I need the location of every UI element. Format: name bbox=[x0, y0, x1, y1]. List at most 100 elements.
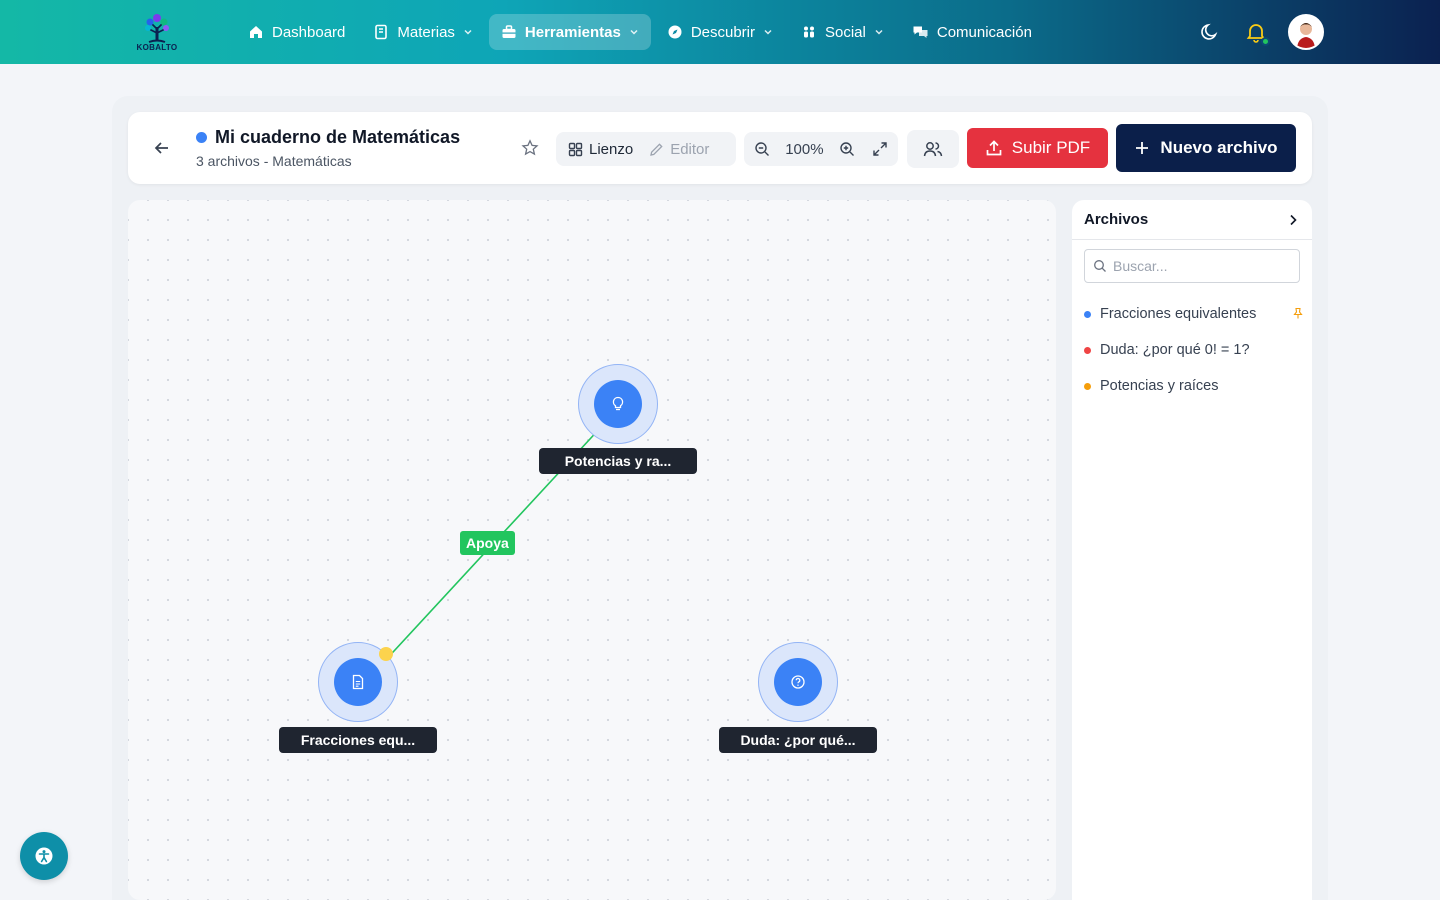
nav-item-herramientas[interactable]: Herramientas bbox=[488, 14, 651, 50]
canvas-links bbox=[381, 425, 603, 665]
users-icon bbox=[804, 26, 814, 38]
edge-label-apoya[interactable]: Apoya bbox=[460, 531, 515, 555]
notification-status-dot bbox=[1261, 37, 1270, 46]
back-button[interactable] bbox=[148, 134, 176, 162]
files-list: Fracciones equivalentes Duda: ¿por qué 0… bbox=[1084, 296, 1304, 404]
star-icon bbox=[521, 139, 539, 156]
zoom-level: 100% bbox=[785, 140, 824, 158]
new-file-button[interactable]: Nuevo archivo bbox=[1116, 124, 1296, 172]
top-navbar: KOBALTO Dashboard Materias Herramientas … bbox=[0, 0, 1440, 64]
node-icon-circle bbox=[334, 658, 382, 706]
notebook-canvas[interactable]: Apoya Potencias y ra... Fracciones equ..… bbox=[128, 200, 1056, 900]
chevron-right-icon bbox=[1290, 214, 1297, 225]
pin-icon[interactable] bbox=[1292, 307, 1304, 320]
nav-label: Social bbox=[825, 23, 866, 41]
canvas-node-duda[interactable] bbox=[758, 642, 838, 722]
notebook-toolbar: Mi cuaderno de Matemáticas 3 archivos - … bbox=[128, 112, 1312, 184]
nav-item-comunicacion[interactable]: Comunicación bbox=[900, 14, 1044, 50]
chevron-down-icon bbox=[464, 29, 472, 35]
zoom-in-icon bbox=[840, 142, 854, 156]
users-icon bbox=[923, 142, 943, 157]
node-label-potencias[interactable]: Potencias y ra... bbox=[539, 448, 697, 474]
collapse-panel-button[interactable] bbox=[1286, 213, 1300, 227]
home-icon bbox=[250, 26, 262, 38]
notebook-title: Mi cuaderno de Matemáticas bbox=[196, 127, 460, 148]
upload-pdf-button[interactable]: Subir PDF bbox=[967, 128, 1108, 168]
node-icon-circle bbox=[594, 380, 642, 428]
avatar-image bbox=[1290, 16, 1322, 48]
logo-text: KOBALTO bbox=[136, 42, 178, 52]
files-panel: Archivos Fracciones equivalentes Duda: ¿… bbox=[1072, 200, 1312, 900]
file-item-fracciones[interactable]: Fracciones equivalentes bbox=[1084, 296, 1304, 332]
document-icon bbox=[352, 674, 364, 690]
meta-separator: - bbox=[259, 153, 273, 169]
view-canvas-label: Lienzo bbox=[589, 140, 634, 158]
accessibility-icon bbox=[35, 847, 53, 865]
dark-mode-toggle[interactable] bbox=[1192, 14, 1228, 50]
collaborators-button[interactable] bbox=[907, 130, 959, 168]
notifications-button[interactable] bbox=[1238, 14, 1274, 50]
arrow-left-icon bbox=[154, 142, 168, 154]
connection-handle[interactable] bbox=[379, 647, 393, 661]
notebook-meta: 3 archivos - Matemáticas bbox=[196, 153, 460, 169]
nav-item-descubrir[interactable]: Descubrir bbox=[655, 14, 785, 50]
nav-item-dashboard[interactable]: Dashboard bbox=[236, 14, 357, 50]
chevron-down-icon bbox=[875, 29, 883, 35]
zoom-out-icon bbox=[755, 142, 769, 156]
node-label-fracciones[interactable]: Fracciones equ... bbox=[279, 727, 437, 753]
nav-label: Descubrir bbox=[690, 23, 755, 41]
zoom-in-button[interactable] bbox=[837, 139, 857, 159]
new-file-label: Nuevo archivo bbox=[1160, 138, 1278, 157]
view-editor-button[interactable]: Editor bbox=[641, 135, 717, 163]
files-search-input[interactable] bbox=[1113, 258, 1293, 274]
tree-logo-icon bbox=[145, 13, 169, 43]
file-name: Duda: ¿por qué 0! = 1? bbox=[1100, 342, 1250, 358]
fit-screen-button[interactable] bbox=[870, 139, 890, 159]
file-color-dot bbox=[1084, 310, 1091, 318]
toolbox-icon bbox=[502, 25, 516, 38]
file-color-dot bbox=[1084, 346, 1091, 354]
nav-label: Comunicación bbox=[936, 23, 1032, 41]
notebook-color-dot bbox=[196, 132, 207, 143]
nav-label: Herramientas bbox=[524, 23, 621, 41]
file-name: Fracciones equivalentes bbox=[1100, 306, 1257, 322]
notebook-heading: Mi cuaderno de Matemáticas 3 archivos - … bbox=[196, 127, 460, 169]
nav-item-materias[interactable]: Materias bbox=[361, 14, 485, 50]
chevron-down-icon bbox=[630, 29, 638, 35]
notebook-title-text: Mi cuaderno de Matemáticas bbox=[215, 127, 461, 147]
pencil-icon bbox=[650, 142, 663, 156]
kobalto-logo[interactable]: KOBALTO bbox=[132, 6, 182, 56]
file-item-duda[interactable]: Duda: ¿por qué 0! = 1? bbox=[1084, 332, 1304, 368]
accessibility-button[interactable] bbox=[20, 832, 68, 880]
file-item-potencias[interactable]: Potencias y raíces bbox=[1084, 368, 1304, 404]
grid-icon bbox=[568, 142, 583, 156]
files-panel-header: Archivos bbox=[1072, 200, 1312, 240]
node-label-duda[interactable]: Duda: ¿por qué... bbox=[719, 727, 877, 753]
expand-icon bbox=[873, 142, 887, 156]
upload-icon bbox=[986, 140, 1002, 156]
favorite-button[interactable] bbox=[518, 136, 542, 160]
file-color-dot bbox=[1084, 382, 1091, 390]
notebook-subject: Matemáticas bbox=[272, 153, 352, 169]
view-editor-label: Editor bbox=[670, 140, 710, 158]
files-panel-title: Archivos bbox=[1084, 211, 1149, 228]
canvas-node-potencias[interactable] bbox=[578, 364, 658, 444]
nav-item-social[interactable]: Social bbox=[789, 14, 896, 50]
question-icon bbox=[791, 675, 805, 689]
compass-icon bbox=[668, 25, 682, 39]
moon-icon bbox=[1201, 23, 1218, 40]
view-mode-toggle: Lienzo Editor bbox=[556, 132, 736, 166]
nav-label: Materias bbox=[397, 23, 455, 41]
zoom-controls: 100% bbox=[744, 132, 898, 166]
search-icon bbox=[1094, 260, 1106, 272]
book-icon bbox=[375, 24, 388, 40]
chevron-down-icon bbox=[764, 29, 772, 35]
chat-icon bbox=[913, 26, 928, 38]
node-icon-circle bbox=[774, 658, 822, 706]
user-avatar[interactable] bbox=[1288, 14, 1324, 50]
plus-icon bbox=[1136, 142, 1149, 154]
file-name: Potencias y raíces bbox=[1100, 378, 1219, 394]
zoom-out-button[interactable] bbox=[752, 139, 772, 159]
view-canvas-button[interactable]: Lienzo bbox=[560, 135, 641, 163]
nav-label: Dashboard bbox=[272, 23, 346, 41]
